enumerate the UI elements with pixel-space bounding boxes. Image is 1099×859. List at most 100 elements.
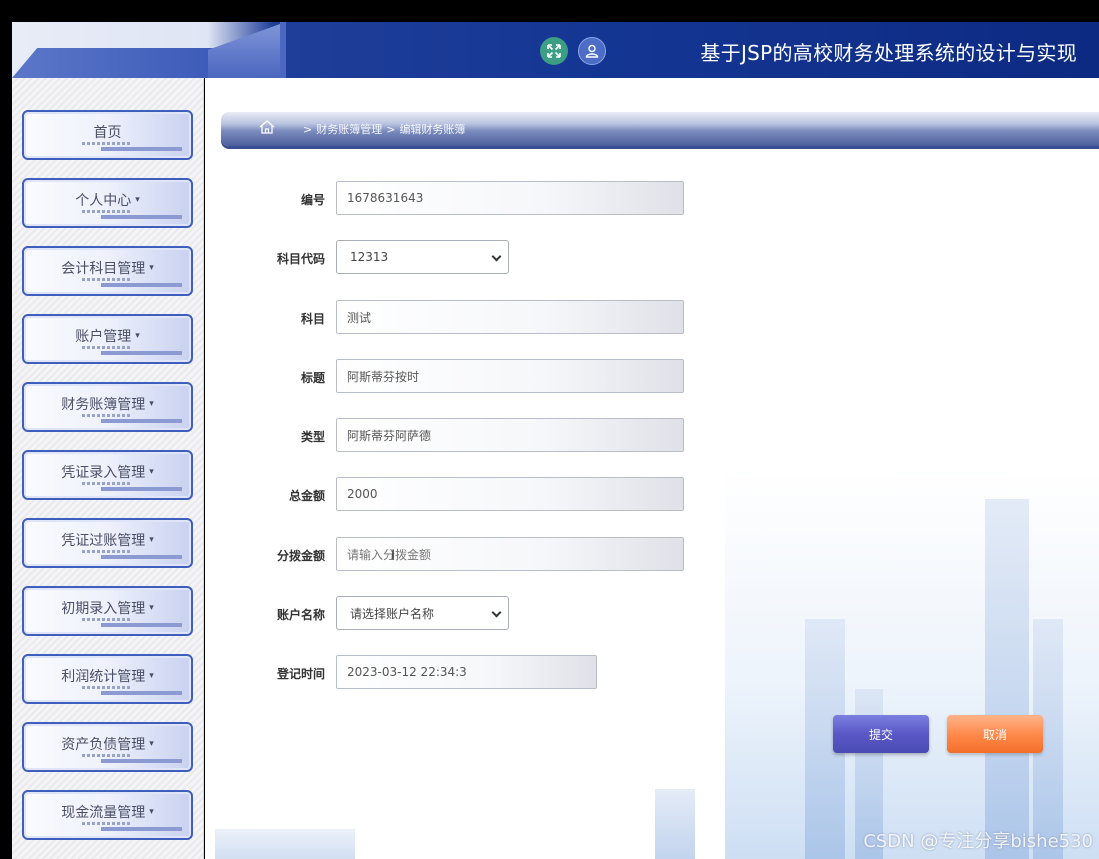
- menu-decoration: [78, 623, 182, 627]
- caret-down-icon: ▾: [135, 331, 140, 341]
- menu-decoration: [78, 283, 182, 287]
- sidebar-item-3[interactable]: 账户管理 ▾: [22, 314, 193, 364]
- main-content: > 财务账簿管理 > 编辑财务账簿 编号 1678631643 科目代码 12313 科目 测试…: [205, 78, 1099, 859]
- header-decoration: [12, 48, 222, 78]
- select-value: 请选择账户名称: [350, 606, 435, 621]
- breadcrumb-trail: > 财务账簿管理 > 编辑财务账簿: [303, 123, 466, 136]
- menu-decoration: [78, 419, 182, 423]
- menu-decoration: [78, 555, 182, 559]
- header-decoration: [208, 24, 280, 78]
- menu-decoration: [82, 210, 132, 213]
- sidebar-item-0[interactable]: 首页: [22, 110, 193, 160]
- text-input[interactable]: 2000: [336, 477, 684, 511]
- sidebar-item-label: 现金流量管理: [61, 805, 146, 821]
- text-input[interactable]: 2023-03-12 22:34:3: [336, 655, 597, 689]
- sidebar-item-6[interactable]: 凭证过账管理 ▾: [22, 518, 193, 568]
- menu-decoration: [82, 142, 132, 145]
- app-window: 基于JSP的高校财务处理系统的设计与实现 首页 个人中心 ▾ 会计科目管理 ▾ 账户管理 ▾…: [0, 0, 1099, 859]
- field-label: 科目: [300, 312, 325, 326]
- caret-down-icon: ▾: [149, 263, 154, 273]
- caret-down-icon: ▾: [149, 467, 154, 477]
- input-value: 阿斯蒂芬按时: [347, 369, 420, 384]
- select-field[interactable]: 请选择账户名称: [336, 596, 509, 630]
- caret-down-icon: ▾: [149, 399, 154, 409]
- background-image: [985, 499, 1029, 859]
- sidebar-item-label: 账户管理: [75, 329, 132, 345]
- menu-decoration: [82, 278, 132, 281]
- sidebar-item-10[interactable]: 现金流量管理 ▾: [22, 790, 193, 840]
- menu-decoration: [78, 827, 182, 831]
- menu-decoration: [78, 215, 182, 219]
- caret-down-icon: ▾: [149, 739, 154, 749]
- menu-decoration: [82, 414, 132, 417]
- sidebar-item-2[interactable]: 会计科目管理 ▾: [22, 246, 193, 296]
- menu-decoration: [82, 618, 132, 621]
- field-label: 标题: [300, 371, 325, 385]
- text-input[interactable]: 请输入分拨金额: [336, 537, 684, 571]
- breadcrumb: > 财务账簿管理 > 编辑财务账簿: [221, 112, 1099, 146]
- sidebar-item-5[interactable]: 凭证录入管理 ▾: [22, 450, 193, 500]
- sidebar-item-4[interactable]: 财务账簿管理 ▾: [22, 382, 193, 432]
- caret-down-icon: ▾: [135, 195, 140, 205]
- menu-decoration: [82, 346, 132, 349]
- sidebar-item-7[interactable]: 初期录入管理 ▾: [22, 586, 193, 636]
- caret-down-icon: ▾: [149, 807, 154, 817]
- menu-decoration: [78, 147, 182, 151]
- home-icon[interactable]: [259, 120, 275, 134]
- caret-down-icon: ▾: [149, 535, 154, 545]
- site-title: 基于JSP的高校财务处理系统的设计与实现: [700, 41, 1077, 65]
- cancel-button[interactable]: 取消: [947, 715, 1043, 753]
- text-input[interactable]: 测试: [336, 300, 684, 334]
- field-label: 类型: [300, 430, 325, 444]
- menu-decoration: [78, 351, 182, 355]
- sidebar-item-8[interactable]: 利润统计管理 ▾: [22, 654, 193, 704]
- background-image: [655, 789, 695, 859]
- field-label: 科目代码: [276, 252, 325, 266]
- menu-decoration: [78, 691, 182, 695]
- caret-down-icon: ▾: [149, 603, 154, 613]
- field-label: 总金额: [288, 489, 325, 503]
- text-cursor-icon: I: [391, 548, 396, 564]
- sidebar-item-1[interactable]: 个人中心 ▾: [22, 178, 193, 228]
- select-value: 12313: [350, 250, 389, 264]
- menu-decoration: [82, 822, 132, 825]
- breadcrumb-item: 编辑财务账簿: [399, 123, 466, 136]
- menu-decoration: [82, 482, 132, 485]
- watermark: CSDN @专注分享bishe530: [863, 831, 1093, 852]
- sidebar-item-label: 凭证录入管理: [61, 465, 146, 481]
- sidebar: 首页 个人中心 ▾ 会计科目管理 ▾ 账户管理 ▾ 财务账簿管理 ▾ 凭证录入管理 ▾ 凭证过账管理 ▾…: [12, 78, 204, 859]
- text-input[interactable]: 阿斯蒂芬按时: [336, 359, 684, 393]
- sidebar-item-label: 首页: [93, 125, 122, 141]
- menu-decoration: [78, 759, 182, 763]
- sidebar-item-label: 利润统计管理: [61, 669, 146, 685]
- sidebar-item-label: 凭证过账管理: [61, 533, 146, 549]
- sidebar-item-label: 财务账簿管理: [61, 397, 146, 413]
- text-input[interactable]: 1678631643: [336, 181, 684, 215]
- sidebar-item-9[interactable]: 资产负债管理 ▾: [22, 722, 193, 772]
- sidebar-item-label: 初期录入管理: [61, 601, 146, 617]
- input-placeholder: 请输入分拨金额: [347, 547, 432, 562]
- sidebar-item-label: 会计科目管理: [61, 261, 146, 277]
- select-field[interactable]: 12313: [336, 240, 509, 274]
- chevron-down-icon: [491, 607, 502, 618]
- input-value: 测试: [347, 310, 372, 325]
- submit-button[interactable]: 提交: [833, 715, 929, 753]
- chevron-down-icon: [491, 251, 502, 262]
- input-value: 2000: [347, 487, 378, 501]
- top-header: 基于JSP的高校财务处理系统的设计与实现: [12, 22, 1099, 78]
- input-value: 1678631643: [347, 191, 424, 205]
- menu-decoration: [82, 550, 132, 553]
- background-image: [215, 829, 355, 859]
- caret-down-icon: ▾: [149, 671, 154, 681]
- input-value: 2023-03-12 22:34:3: [347, 665, 467, 679]
- user-icon[interactable]: [578, 37, 606, 65]
- field-label: 账户名称: [276, 608, 325, 622]
- fullscreen-icon[interactable]: [540, 37, 568, 65]
- header-decoration: [280, 22, 286, 78]
- text-input[interactable]: 阿斯蒂芬阿萨德: [336, 418, 684, 452]
- breadcrumb-item[interactable]: 财务账簿管理: [316, 123, 382, 136]
- field-label: 分拨金额: [276, 549, 325, 563]
- sidebar-item-label: 个人中心: [75, 193, 132, 209]
- field-label: 编号: [300, 193, 325, 207]
- sidebar-item-label: 资产负债管理: [61, 737, 146, 753]
